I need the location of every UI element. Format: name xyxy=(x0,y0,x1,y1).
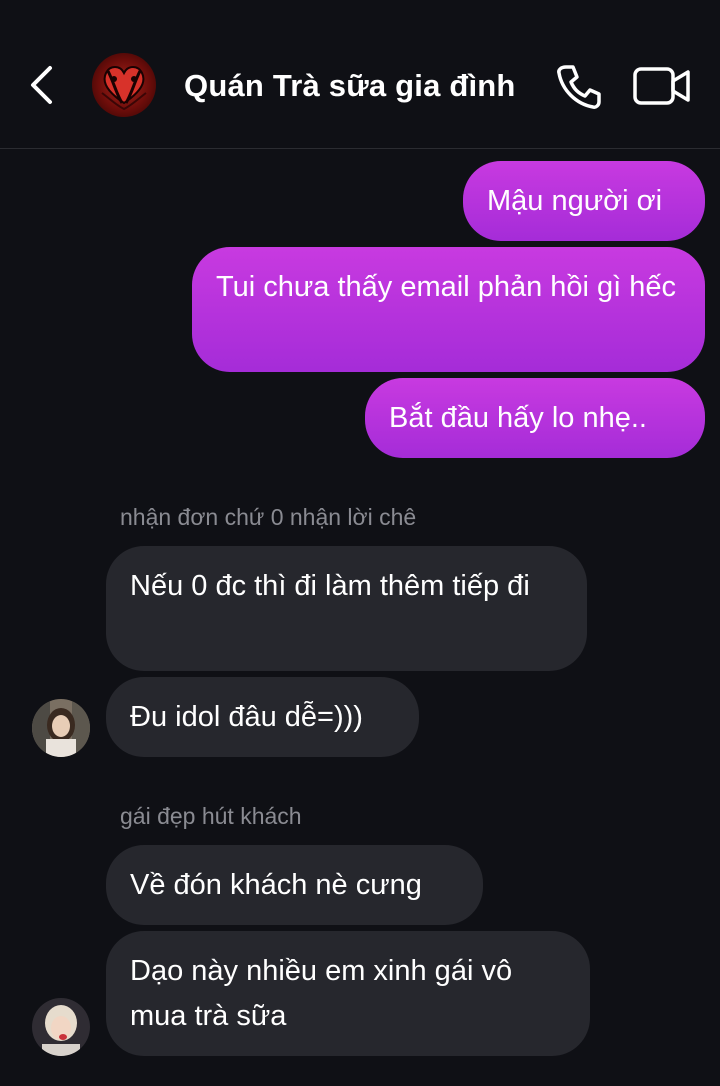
sender-name: nhận đơn chứ 0 nhận lời chê xyxy=(120,504,417,530)
video-call-button[interactable] xyxy=(632,62,692,110)
chat-header: Quán Trà sữa gia đình xyxy=(0,0,720,149)
chat-title[interactable]: Quán Trà sữa gia đình xyxy=(184,64,524,108)
incoming-message[interactable]: Dạo này nhiều em xinh gái vô mua trà sữa xyxy=(106,931,590,1056)
phone-icon xyxy=(557,65,601,109)
user-photo-image xyxy=(32,699,90,757)
voice-call-button[interactable] xyxy=(554,62,604,112)
incoming-message[interactable]: Về đón khách nè cưng xyxy=(106,845,483,925)
group-avatar[interactable] xyxy=(92,53,156,117)
heart-logo-image xyxy=(101,66,147,111)
user-photo-image xyxy=(32,998,90,1056)
outgoing-message[interactable]: Bắt đầu hấy lo nhẹ.. xyxy=(365,378,705,458)
sender-avatar[interactable] xyxy=(32,998,90,1056)
outgoing-message[interactable]: Mậu người ơi xyxy=(463,161,705,241)
chevron-left-icon xyxy=(31,66,52,104)
video-camera-icon xyxy=(633,67,690,105)
outgoing-message[interactable]: Tui chưa thấy email phản hồi gì hếc xyxy=(192,247,705,372)
back-button[interactable] xyxy=(22,62,62,108)
sender-name: gái đẹp hút khách xyxy=(120,803,302,829)
incoming-message[interactable]: Nếu 0 đc thì đi làm thêm tiếp đi xyxy=(106,546,587,671)
incoming-message[interactable]: Đu idol đâu dễ=))) xyxy=(106,677,419,757)
sender-avatar[interactable] xyxy=(32,699,90,757)
